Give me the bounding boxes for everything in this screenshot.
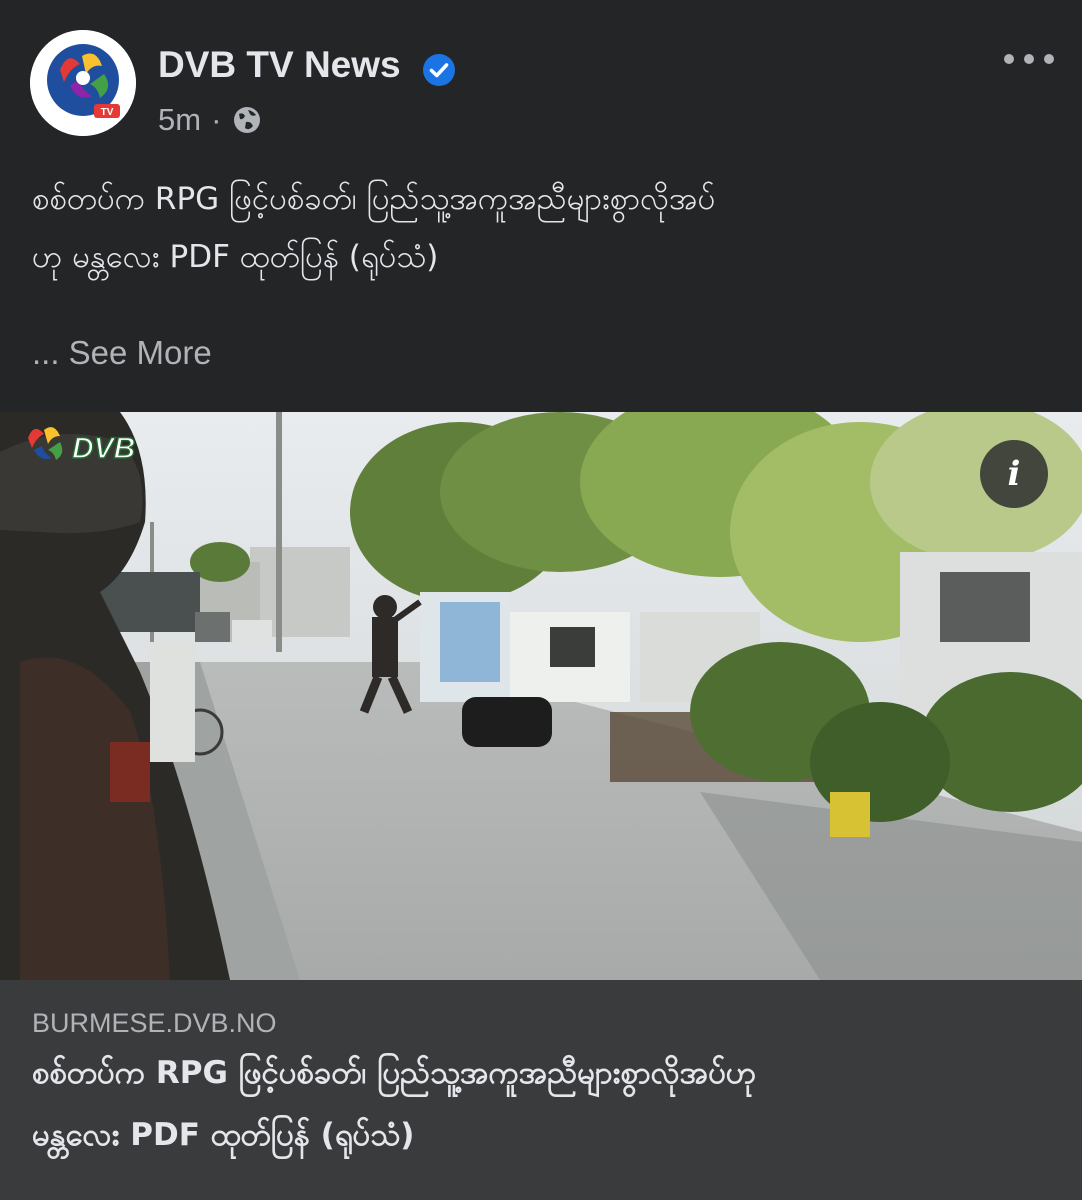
meta-separator: · [211, 102, 222, 137]
more-dots-icon [1004, 54, 1014, 64]
page-avatar[interactable]: TV [30, 30, 136, 136]
post-timestamp[interactable]: 5m [158, 102, 201, 138]
link-title-line-2: မန္တလေး PDF ထုတ်ပြန် (ရုပ်သံ) [32, 1117, 415, 1153]
post-header: TV DVB TV News 5m · [0, 0, 1082, 150]
post-text: စစ်တပ်က RPG ဖြင့်ပစ်ခတ်၊ ပြည်သူ့အကူအညီမျ… [32, 170, 1042, 286]
svg-text:TV: TV [101, 107, 114, 118]
link-preview[interactable]: BURMESE.DVB.NO စစ်တပ်က RPG ဖြင့်ပစ်ခတ်၊ … [0, 980, 1082, 1200]
video-thumbnail[interactable] [0, 412, 1082, 980]
page-name[interactable]: DVB TV News [158, 44, 401, 86]
link-title: စစ်တပ်က RPG ဖြင့်ပစ်ခတ်၊ ပြည်သူ့အကူအညီမျ… [32, 1042, 1052, 1166]
street-scene-image [0, 412, 1082, 980]
post-meta: 5m · [158, 100, 263, 140]
post-text-line-2: ဟု မန္တလေး PDF ထုတ်ပြန် (ရုပ်သံ) [32, 239, 439, 275]
more-options-button[interactable] [1004, 44, 1054, 74]
info-icon: i [1007, 454, 1021, 494]
see-more-link[interactable]: ... See More [32, 334, 212, 372]
dvb-logo-icon: TV [30, 30, 136, 136]
post-text-line-1: စစ်တပ်က RPG ဖြင့်ပစ်ခတ်၊ ပြည်သူ့အကူအညီမျ… [32, 181, 716, 217]
globe-icon [234, 107, 261, 133]
verified-badge-icon [423, 54, 455, 86]
link-title-line-1: စစ်တပ်က RPG ဖြင့်ပစ်ခတ်၊ ပြည်သူ့အကူအညီမျ… [32, 1055, 757, 1091]
dvb-watermark: DVB [28, 427, 136, 466]
link-domain: BURMESE.DVB.NO [32, 1008, 277, 1038]
info-button[interactable]: i [980, 440, 1048, 508]
watermark-label: DVB [72, 432, 135, 465]
